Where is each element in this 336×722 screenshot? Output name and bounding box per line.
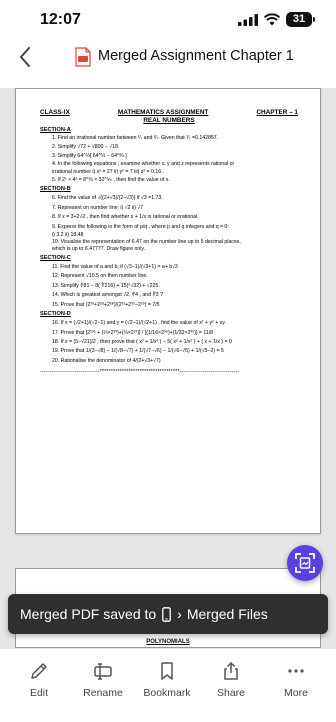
pdf-file-icon [75, 47, 91, 67]
question-4-parts: irrational number i) x² = 27 ii) y² = 7 … [52, 168, 165, 175]
question-5: 5. If 2ˣ × 4ˣ = 8^⅓ × 32^⅕ , then find t… [52, 176, 170, 183]
page-2-title: POLYNOMIALS [146, 639, 190, 645]
bookmark-label: Bookmark [143, 687, 191, 699]
snackbar-message: Merged PDF saved to [20, 606, 157, 622]
doc-topic: REAL NUMBERS [143, 117, 195, 124]
pencil-icon [31, 663, 47, 679]
pdf-page-1[interactable]: CLASS-IX MATHEMATICS ASSIGNMENT CHAPTER … [15, 88, 321, 534]
bottom-toolbar: Edit Rename Bookmark Share More [0, 648, 336, 722]
more-button[interactable]: More [264, 661, 328, 699]
more-dots-icon [288, 669, 304, 673]
question-4: 4. In the following equations , examine … [52, 161, 235, 168]
saved-snackbar[interactable]: Merged PDF saved to › Merged Files [8, 594, 328, 634]
app-header: Merged Assignment Chapter 1 [0, 40, 336, 74]
rename-button[interactable]: Rename [71, 661, 135, 699]
status-time: 12:07 [40, 11, 81, 28]
section-a-heading: SECTION-A [40, 127, 71, 134]
pdf-viewer[interactable]: CLASS-IX MATHEMATICS ASSIGNMENT CHAPTER … [0, 88, 336, 648]
back-chevron-icon[interactable] [14, 44, 38, 70]
question-9-parts: i) 3.2̅ ii) 18.4̅8̅ [52, 232, 84, 239]
question-11: 11. Find the value of a and b, if (√3−1)… [52, 263, 178, 270]
question-10-note: which is up to 6.47777. Draw figure only… [52, 246, 146, 253]
edit-button[interactable]: Edit [7, 661, 71, 699]
doc-header: CLASS-IX MATHEMATICS ASSIGNMENT CHAPTER … [40, 109, 298, 116]
question-7: 7. Represent on number line: i) √2 ii) √… [52, 204, 144, 211]
doc-subject: MATHEMATICS ASSIGNMENT [117, 109, 209, 116]
share-button[interactable]: Share [199, 661, 263, 699]
bookmark-icon [161, 662, 173, 680]
question-16: 16. If x = (√2+1)/(√2−1) and y = (√2−1)/… [52, 320, 226, 327]
status-bar: 12:07 31 [0, 0, 336, 40]
question-13: 13. Simplify ∜81 − 8( ∛216) + 15(⁵√32) +… [52, 282, 160, 289]
assignment-content: CLASS-IX MATHEMATICS ASSIGNMENT CHAPTER … [40, 109, 298, 376]
question-2: 2. Simplify √72 + √800 − √18. [52, 143, 120, 150]
question-3: 3. Simplify 64^⅓[ 64^⅓ − 64^⅔ ] [52, 153, 127, 160]
question-6: 6. Find the value of √((2+√3)/(2−√3)) if… [52, 195, 163, 202]
wifi-icon [264, 13, 280, 26]
rename-icon [94, 663, 112, 680]
snackbar-folder[interactable]: Merged Files [187, 606, 268, 622]
rename-label: Rename [83, 687, 123, 699]
cellular-signal-icon [238, 14, 258, 26]
question-20: 20. Rationalise the denominator of 4/(2+… [52, 357, 161, 364]
question-15: 15. Prove that (2³⁰+2²⁹+2²⁸)/(2³¹+2³⁰−2²… [52, 301, 160, 308]
more-label: More [284, 687, 308, 699]
question-18: 18. If x = (5−√21)/2 , then prove that (… [52, 338, 232, 345]
doc-chapter: CHAPTER – 1 [256, 109, 298, 116]
end-divider: -------------------------------*********… [40, 369, 240, 376]
share-icon [224, 661, 238, 680]
section-b-heading: SECTION-B [40, 186, 71, 193]
scan-icon [295, 553, 315, 573]
question-1: 1. Find an irrational number between ¹⁄₇… [52, 135, 219, 142]
question-19: 19. Prove that 1/(3−√8) − 1/(√8−√7) + 1/… [52, 348, 224, 355]
edit-label: Edit [29, 687, 49, 699]
question-9: 9. Express the following in the form of … [52, 223, 229, 230]
battery-icon: 31 [286, 12, 315, 27]
question-17: 17. Prove that [2¹³⁶ + (⅓×2³³)+(⅓×2³⁷)] … [52, 329, 214, 336]
question-14: 14. Which is greatest amongst √2, ∜4 , a… [52, 292, 163, 299]
section-c-heading: SECTION-C [40, 254, 71, 261]
chevron-right-icon: › [177, 606, 182, 622]
question-8: 8. If x = 3+2√2 , then find whether x + … [52, 214, 199, 221]
question-10: 10. Visualise the representation of 6.47… [52, 239, 241, 246]
doc-class: CLASS-IX [40, 109, 70, 116]
bookmark-button[interactable]: Bookmark [135, 661, 199, 699]
document-title: Merged Assignment Chapter 1 [98, 48, 294, 64]
share-label: Share [216, 687, 246, 699]
scan-fab-button[interactable] [287, 545, 323, 581]
section-d-heading: SECTION-D [40, 310, 71, 317]
question-12: 12. Represent √10.5 on then number line. [52, 273, 148, 280]
phone-icon [162, 606, 172, 622]
